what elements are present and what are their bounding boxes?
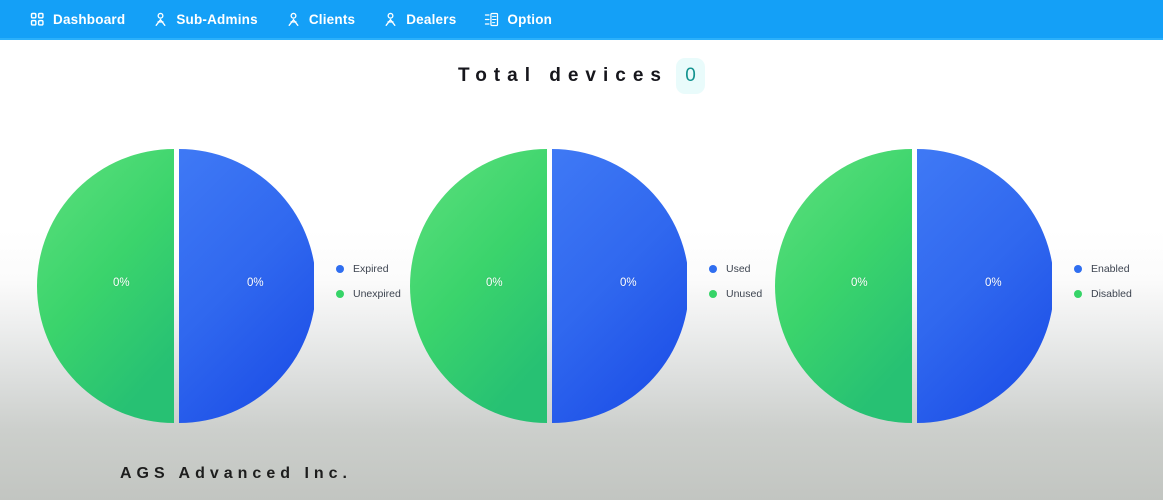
footer-brand: AGS Advanced Inc.: [120, 465, 352, 482]
legend-item[interactable]: Disabled: [1074, 288, 1132, 300]
legend-label: Disabled: [1091, 288, 1132, 300]
legend-color-dot: [336, 265, 344, 273]
nav-item-dealers[interactable]: Dealers: [383, 0, 456, 39]
legend-label: Expired: [353, 263, 389, 275]
chart-legend: Used Unused: [709, 263, 762, 308]
nav-item-dashboard[interactable]: Dashboard: [30, 0, 125, 39]
legend-item[interactable]: Used: [709, 263, 762, 275]
legend-item[interactable]: Unused: [709, 288, 762, 300]
chart-legend: Expired Unexpired: [336, 263, 401, 308]
nav-item-option[interactable]: Option: [484, 0, 552, 39]
pie-chart-block-2: 0% 0% Used Unused: [410, 143, 762, 428]
charts-container: 0% 0% Expired Unexpired 0% 0% Used Unused 0% 0% En…: [0, 143, 1163, 428]
person-icon: [153, 12, 168, 27]
legend-label: Used: [726, 263, 751, 275]
legend-color-dot: [1074, 265, 1082, 273]
legend-color-dot: [709, 290, 717, 298]
legend-label: Enabled: [1091, 263, 1130, 275]
pie-graphic: [410, 146, 687, 426]
pie-graphic: [775, 146, 1052, 426]
page-title: Total devices: [458, 65, 668, 86]
pie-chart-block-3: 0% 0% Enabled Disabled: [775, 143, 1132, 428]
legend-color-dot: [709, 265, 717, 273]
grid-icon: [30, 12, 45, 27]
nav-item-label: Dealers: [406, 11, 457, 27]
person-icon: [286, 12, 301, 27]
legend-label: Unused: [726, 288, 763, 300]
pie-chart[interactable]: 0% 0%: [37, 146, 314, 426]
legend-label: Unexpired: [353, 288, 401, 300]
nav-item-label: Dashboard: [53, 11, 126, 27]
nav-item-clients[interactable]: Clients: [286, 0, 355, 39]
total-devices-badge: 0: [675, 58, 705, 94]
nav-item-label: Sub-Admins: [176, 11, 258, 27]
legend-item[interactable]: Enabled: [1074, 263, 1132, 275]
legend-color-dot: [336, 290, 344, 298]
legend-item[interactable]: Expired: [336, 263, 401, 275]
person-icon: [383, 12, 398, 27]
nav-item-label: Option: [507, 11, 553, 27]
page-header: Total devices 0: [0, 58, 1163, 94]
top-navigation-bar: Dashboard Sub-Admins Clients Dealers Option: [0, 0, 1163, 40]
legend-color-dot: [1074, 290, 1082, 298]
pie-chart[interactable]: 0% 0%: [775, 146, 1052, 426]
pie-graphic: [37, 146, 314, 426]
legend-item[interactable]: Unexpired: [336, 288, 401, 300]
pie-chart[interactable]: 0% 0%: [410, 146, 687, 426]
pie-chart-block-1: 0% 0% Expired Unexpired: [37, 143, 401, 428]
list-icon: [484, 12, 499, 27]
chart-legend: Enabled Disabled: [1074, 263, 1132, 308]
nav-item-label: Clients: [308, 11, 356, 27]
nav-item-sub-admins[interactable]: Sub-Admins: [153, 0, 258, 39]
